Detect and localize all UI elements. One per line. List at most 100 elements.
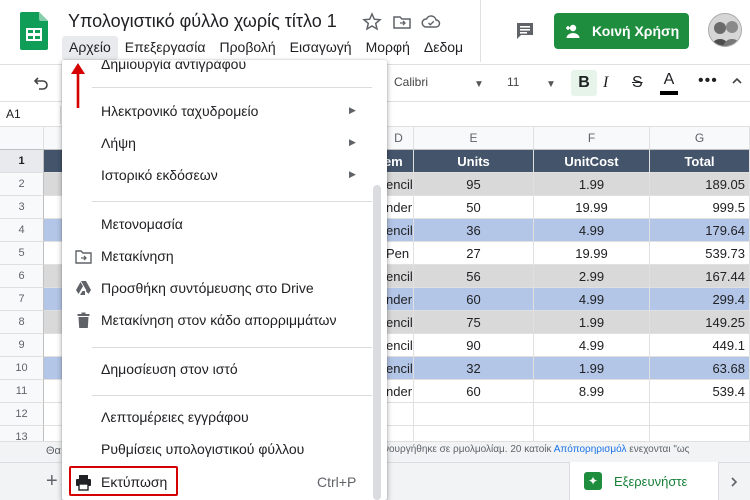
table-cell[interactable]: 167.44 [650,265,750,288]
table-cell[interactable]: 4.99 [534,334,650,357]
table-cell[interactable]: 179.64 [650,219,750,242]
menu-item-add-shortcut[interactable]: Προσθήκη συντόμευσης στο Drive [62,274,372,304]
menu-format[interactable]: Μορφή [359,36,417,60]
italic-button[interactable]: I [603,74,608,92]
row-header[interactable]: 5 [0,242,44,265]
avatar[interactable] [708,13,742,47]
table-cell[interactable]: 50 [414,196,534,219]
menu-item-move-to-trash[interactable]: Μετακίνηση στον κάδο απορριμμάτων [62,306,372,336]
table-cell[interactable]: 19.99 [534,242,650,265]
table-cell[interactable]: 90 [414,334,534,357]
move-folder-icon[interactable] [392,12,412,32]
menu-view[interactable]: Προβολή [212,36,282,60]
table-cell[interactable]: 1.99 [534,311,650,334]
menu-item-email[interactable]: Ηλεκτρονικό ταχυδρομείο ▶ [62,97,372,127]
menu-item-move[interactable]: Μετακίνηση [62,242,372,272]
star-icon[interactable] [362,12,382,32]
menu-item-rename[interactable]: Μετονομασία [62,210,372,240]
document-title[interactable]: Υπολογιστικό φύλλο χωρίς τίτλο 1 [68,11,337,32]
table-cell[interactable]: 189.05 [650,173,750,196]
menu-item-publish[interactable]: Δημοσίευση στον ιστό [62,355,372,385]
table-cell[interactable]: 539.4 [650,380,750,403]
table-cell[interactable]: 1.99 [534,173,650,196]
table-cell[interactable]: 1.99 [534,357,650,380]
text-color-button[interactable]: A [660,71,678,89]
column-header-f[interactable]: F [534,127,650,150]
table-cell[interactable]: 539.73 [650,242,750,265]
table-cell[interactable]: encil [384,173,414,196]
comment-history-icon[interactable] [514,20,536,42]
table-cell[interactable]: 19.99 [534,196,650,219]
font-size-dropdown-icon[interactable]: ▼ [546,79,556,90]
table-cell[interactable]: nder [384,380,414,403]
font-size-select[interactable]: 11 [507,75,519,89]
bold-button[interactable]: B [571,70,597,96]
empty-cell[interactable] [414,403,534,426]
menu-item-spreadsheet-settings[interactable]: Ρυθμίσεις υπολογιστικού φύλλου [62,435,372,465]
explore-button[interactable]: ✦ Εξερευνήστε [569,462,719,500]
row-header[interactable]: 8 [0,311,44,334]
more-options-button[interactable]: ••• [698,72,718,90]
row-header[interactable]: 1 [0,150,44,173]
share-button[interactable]: Κοινή Χρήση [554,13,689,49]
side-panel-chevron-icon[interactable] [727,475,741,489]
table-cell[interactable]: encil [384,311,414,334]
row-header[interactable]: 13 [0,426,44,441]
table-cell[interactable]: 299.4 [650,288,750,311]
table-cell[interactable]: Pen [384,242,414,265]
header-cell[interactable]: UnitCost [534,150,650,173]
table-cell[interactable]: 27 [414,242,534,265]
header-cell[interactable]: Total [650,150,750,173]
menu-item-document-details[interactable]: Λεπτομέρειες εγγράφου [62,403,372,433]
row-header[interactable]: 12 [0,403,44,426]
table-cell[interactable]: 32 [414,357,534,380]
table-cell[interactable]: nder [384,288,414,311]
empty-cell[interactable] [414,426,534,441]
column-header-e[interactable]: E [414,127,534,150]
table-cell[interactable]: 63.68 [650,357,750,380]
column-header-g[interactable]: G [650,127,750,150]
row-header[interactable]: 3 [0,196,44,219]
table-cell[interactable]: 60 [414,288,534,311]
cloud-status-icon[interactable] [421,12,441,32]
add-sheet-button[interactable]: + [46,470,58,493]
menu-data[interactable]: Δεδομ [417,36,470,60]
empty-cell[interactable] [384,403,414,426]
row-header[interactable]: 11 [0,380,44,403]
table-cell[interactable]: 2.99 [534,265,650,288]
table-cell[interactable]: 60 [414,380,534,403]
menu-item-make-copy[interactable]: Δημιουργία αντιγράφου [62,60,372,80]
select-all-corner[interactable] [0,127,44,150]
table-cell[interactable]: encil [384,334,414,357]
menu-edit[interactable]: Επεξεργασία [118,36,213,60]
menu-item-version-history[interactable]: Ιστορικό εκδόσεων ▶ [62,161,372,191]
table-cell[interactable]: nder [384,196,414,219]
row-header[interactable]: 7 [0,288,44,311]
empty-cell[interactable] [534,426,650,441]
table-cell[interactable]: 149.25 [650,311,750,334]
sheets-logo-icon[interactable] [20,12,48,50]
table-cell[interactable]: 36 [414,219,534,242]
row-header[interactable]: 2 [0,173,44,196]
menu-insert[interactable]: Εισαγωγή [283,36,359,60]
table-cell[interactable]: 4.99 [534,288,650,311]
status-link[interactable]: Απόπορηρισμόλ [554,444,627,455]
table-cell[interactable]: 999.5 [650,196,750,219]
table-cell[interactable]: 56 [414,265,534,288]
table-cell[interactable]: encil [384,357,414,380]
table-cell[interactable]: encil [384,219,414,242]
menu-scrollbar[interactable] [373,185,381,500]
table-cell[interactable]: 95 [414,173,534,196]
table-cell[interactable]: 449.1 [650,334,750,357]
font-family-dropdown-icon[interactable]: ▼ [474,79,484,90]
table-cell[interactable]: 75 [414,311,534,334]
table-cell[interactable]: 4.99 [534,219,650,242]
column-header-d[interactable]: D [384,127,414,150]
row-header[interactable]: 4 [0,219,44,242]
empty-cell[interactable] [534,403,650,426]
menu-file[interactable]: Αρχείο [62,36,118,60]
header-cell[interactable]: Units [414,150,534,173]
empty-cell[interactable] [650,426,750,441]
table-cell[interactable]: encil [384,265,414,288]
empty-cell[interactable] [384,426,414,441]
